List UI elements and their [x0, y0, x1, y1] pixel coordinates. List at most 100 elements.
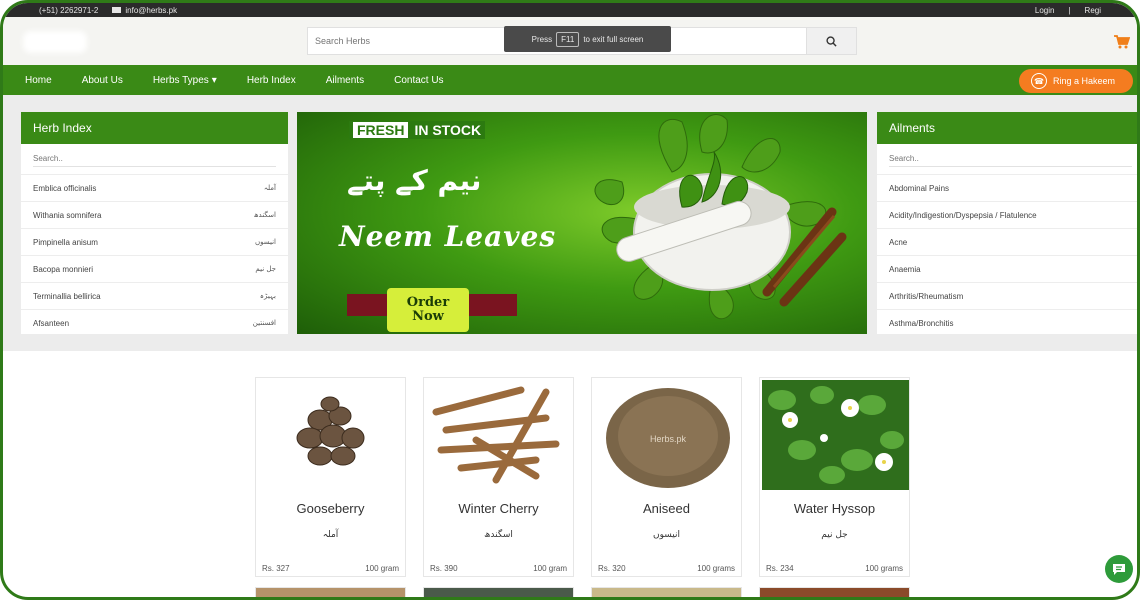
nav-label: Herb Index — [246, 74, 296, 86]
herb-name: Bacopa monnieri — [33, 264, 94, 274]
separator: | — [1068, 5, 1071, 15]
ailment-row[interactable]: Asthma/Bronchitis — [877, 309, 1137, 334]
product-card[interactable]: Gooseberry آملہ Rs. 327 100 gram — [255, 377, 406, 577]
product-card-partial[interactable] — [423, 587, 574, 597]
phone-contact[interactable]: (+51) 2262971-2 — [39, 6, 98, 15]
order-line2: Now — [412, 309, 444, 324]
product-weight: 100 gram — [533, 564, 567, 573]
herb-urdu: افسنتین — [252, 319, 276, 327]
ailment-search-input[interactable] — [889, 151, 1132, 167]
herb-urdu: انیسوں — [254, 238, 276, 246]
product-urdu-name: جل نیم — [821, 530, 848, 540]
herb-row[interactable]: Pimpinella anisum انیسوں — [21, 228, 288, 255]
product-image-aniseed: Herbs.pk — [594, 380, 741, 490]
mortar-pestle-image — [594, 114, 847, 320]
ailments-panel: Ailments Abdominal Pains Acidity/Indiges… — [877, 112, 1137, 334]
herb-row[interactable]: Afsanteen افسنتین — [21, 309, 288, 334]
order-now-button[interactable]: Order Now — [387, 288, 469, 332]
herb-row[interactable]: Terminallia bellirica بہیڑہ — [21, 282, 288, 309]
product-urdu-name: انیسوں — [652, 530, 680, 540]
herb-index-title: Herb Index — [21, 112, 288, 144]
fullscreen-press: Press — [531, 34, 553, 44]
product-price: Rs. 327 — [262, 564, 290, 573]
product-price: Rs. 234 — [766, 564, 794, 573]
product-name: Winter Cherry — [458, 501, 539, 516]
browser-frame: (+51) 2262971-2 info@herbs.pk Login | Re… — [0, 0, 1140, 600]
nav-home[interactable]: Home — [25, 75, 52, 86]
product-image-water-hyssop — [762, 380, 909, 490]
product-name: Water Hyssop — [793, 501, 876, 516]
product-card[interactable]: Winter Cherry اسگندھ Rs. 390 100 gram — [423, 377, 574, 577]
top-bar: (+51) 2262971-2 info@herbs.pk Login | Re… — [3, 3, 1137, 17]
cart-button[interactable] — [1114, 35, 1131, 52]
herb-name: Withania somnifera — [33, 210, 102, 220]
fresh-badge: FRESH IN STOCK — [349, 121, 486, 139]
fullscreen-notice: Press F11 to exit full screen — [504, 26, 671, 52]
nav-label: Contact Us — [394, 74, 444, 86]
cart-icon — [1114, 35, 1131, 49]
nav-herb-index[interactable]: Herb Index — [247, 75, 296, 86]
ailment-name: Abdominal Pains — [889, 183, 950, 193]
order-line1: Order — [406, 295, 450, 310]
chat-button[interactable] — [1105, 555, 1133, 583]
herb-urdu: آملہ — [263, 184, 276, 192]
product-price: Rs. 390 — [430, 564, 458, 573]
ailment-row[interactable]: Acne — [877, 228, 1137, 255]
search-icon — [826, 35, 837, 47]
herb-urdu: جل نیم — [255, 265, 276, 273]
herb-index-panel: Herb Index Emblica officinalis آملہ Witha… — [21, 112, 288, 334]
ailment-row[interactable]: Anaemia — [877, 255, 1137, 282]
herb-search-input[interactable] — [33, 151, 276, 167]
product-card-partial[interactable] — [591, 587, 742, 597]
herb-name: Terminallia bellirica — [33, 291, 101, 301]
ailments-search — [877, 144, 1137, 174]
ailment-name: Asthma/Bronchitis — [889, 318, 954, 328]
product-card[interactable]: Herbs.pk Aniseed انیسوں Rs. 320 100 gram… — [591, 377, 742, 577]
nav-label: Herbs Types — [152, 74, 209, 86]
product-card-partial[interactable] — [759, 587, 910, 597]
nav-label: About Us — [81, 74, 123, 86]
nav-label: Home — [25, 74, 52, 86]
login-link[interactable]: Login — [1035, 6, 1055, 15]
fresh-label: FRESH — [353, 122, 409, 138]
promo-banner[interactable]: FRESH IN STOCK نیم کے پتے Neem Leaves Or… — [297, 112, 867, 334]
herb-name: Pimpinella anisum — [33, 237, 98, 247]
banner-urdu-title: نیم کے پتے — [347, 164, 482, 197]
phone-label: (+51) 2262971-2 — [39, 5, 99, 15]
product-card-partial[interactable] — [255, 587, 406, 597]
in-stock-label: IN STOCK — [414, 122, 482, 138]
product-urdu-name: آملہ — [322, 530, 339, 540]
product-image-gooseberry — [258, 380, 405, 490]
nav-herbs-types[interactable]: Herbs Types ▾ — [153, 75, 217, 86]
register-link[interactable]: Regi — [1085, 6, 1101, 15]
search-button[interactable] — [806, 28, 856, 54]
ailment-row[interactable]: Abdominal Pains — [877, 174, 1137, 201]
ring-label: Ring a Hakeem — [1053, 76, 1116, 86]
product-urdu-name: اسگندھ — [484, 530, 513, 540]
ailment-row[interactable]: Arthritis/Rheumatism — [877, 282, 1137, 309]
product-watermark: Herbs.pk — [650, 434, 687, 444]
product-weight: 100 gram — [365, 564, 399, 573]
email-icon — [112, 7, 122, 13]
email-contact[interactable]: info@herbs.pk — [112, 6, 177, 15]
ailment-row[interactable]: Acidity/Indigestion/Dyspepsia / Flatulen… — [877, 201, 1137, 228]
site-header: Press F11 to exit full screen — [3, 17, 1137, 65]
herb-row[interactable]: Emblica officinalis آملہ — [21, 174, 288, 201]
site-logo[interactable] — [23, 31, 87, 53]
nav-about-us[interactable]: About Us — [82, 75, 123, 86]
product-name: Aniseed — [643, 501, 690, 516]
herb-row[interactable]: Bacopa monnieri جل نیم — [21, 255, 288, 282]
ailment-name: Anaemia — [889, 264, 921, 274]
ailment-name: Acidity/Indigestion/Dyspepsia / Flatulen… — [889, 210, 1037, 220]
nav-ailments[interactable]: Ailments — [326, 75, 364, 86]
fullscreen-key: F11 — [556, 31, 580, 47]
product-price: Rs. 320 — [598, 564, 626, 573]
main-nav: Home About Us Herbs Types ▾ Herb Index Ai… — [3, 65, 1137, 95]
product-name: Gooseberry — [296, 501, 365, 516]
herb-row[interactable]: Withania somnifera اسگندھ — [21, 201, 288, 228]
ring-hakeem-button[interactable]: ☎ Ring a Hakeem — [1019, 69, 1133, 93]
product-card[interactable]: Water Hyssop جل نیم Rs. 234 100 grams — [759, 377, 910, 577]
nav-contact-us[interactable]: Contact Us — [394, 75, 443, 86]
ring-icon: ☎ — [1031, 73, 1047, 89]
ailments-title: Ailments — [877, 112, 1137, 144]
